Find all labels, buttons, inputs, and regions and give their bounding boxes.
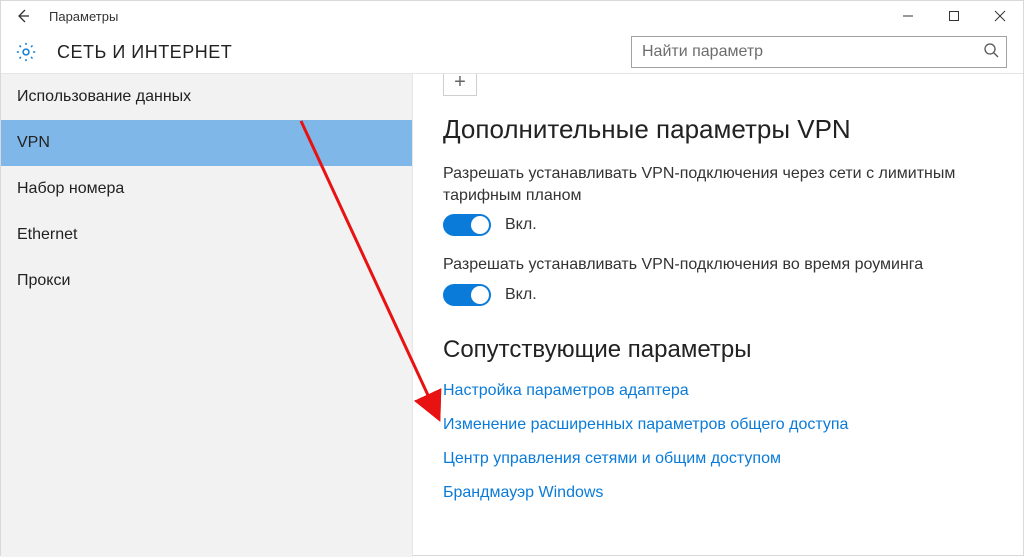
close-button[interactable]: [977, 1, 1023, 31]
search-field-wrap: [631, 36, 1007, 68]
minimize-icon: [902, 10, 914, 22]
maximize-button[interactable]: [931, 1, 977, 31]
option-roaming: Разрешать устанавливать VPN-подключения …: [443, 254, 1003, 306]
titlebar: Параметры: [1, 1, 1023, 31]
header: СЕТЬ И ИНТЕРНЕТ: [1, 31, 1023, 73]
advanced-vpn-heading: Дополнительные параметры VPN: [443, 114, 1003, 145]
option-label: Разрешать устанавливать VPN-подключения …: [443, 163, 1003, 206]
search-input[interactable]: [631, 36, 1007, 68]
close-icon: [994, 10, 1006, 22]
arrow-left-icon: [15, 8, 31, 24]
content: Использование данных VPN Набор номера Et…: [1, 73, 1023, 557]
sidebar: Использование данных VPN Набор номера Et…: [1, 74, 413, 557]
sidebar-item-label: Использование данных: [17, 88, 191, 106]
back-button[interactable]: [15, 8, 49, 24]
toggle-knob: [471, 216, 489, 234]
sidebar-item-dialup[interactable]: Набор номера: [1, 166, 412, 212]
plus-icon: +: [454, 74, 466, 90]
main-pane: + Дополнительные параметры VPN Разрешать…: [413, 74, 1023, 557]
section-title: СЕТЬ И ИНТЕРНЕТ: [57, 42, 232, 63]
link-advanced-sharing[interactable]: Изменение расширенных параметров общего …: [443, 416, 1003, 434]
toggle-state-label: Вкл.: [505, 286, 537, 304]
gear-icon[interactable]: [15, 41, 37, 63]
sidebar-item-label: VPN: [17, 134, 50, 152]
sidebar-item-vpn[interactable]: VPN: [1, 120, 412, 166]
link-network-sharing-center[interactable]: Центр управления сетями и общим доступом: [443, 450, 1003, 468]
related-heading: Сопутствующие параметры: [443, 336, 1003, 364]
sidebar-item-ethernet[interactable]: Ethernet: [1, 212, 412, 258]
option-label: Разрешать устанавливать VPN-подключения …: [443, 254, 1003, 276]
toggle-roaming[interactable]: [443, 284, 491, 306]
window-controls: [885, 1, 1023, 31]
sidebar-item-data-usage[interactable]: Использование данных: [1, 74, 412, 120]
sidebar-item-label: Прокси: [17, 272, 70, 290]
minimize-button[interactable]: [885, 1, 931, 31]
toggle-metered[interactable]: [443, 214, 491, 236]
link-windows-firewall[interactable]: Брандмауэр Windows: [443, 484, 1003, 502]
maximize-icon: [948, 10, 960, 22]
sidebar-item-label: Ethernet: [17, 226, 77, 244]
window-title: Параметры: [49, 9, 118, 24]
link-adapter-settings[interactable]: Настройка параметров адаптера: [443, 382, 1003, 400]
toggle-state-label: Вкл.: [505, 216, 537, 234]
add-vpn-button[interactable]: +: [443, 74, 477, 96]
sidebar-item-proxy[interactable]: Прокси: [1, 258, 412, 304]
option-metered: Разрешать устанавливать VPN-подключения …: [443, 163, 1003, 236]
toggle-knob: [471, 286, 489, 304]
sidebar-item-label: Набор номера: [17, 180, 124, 198]
